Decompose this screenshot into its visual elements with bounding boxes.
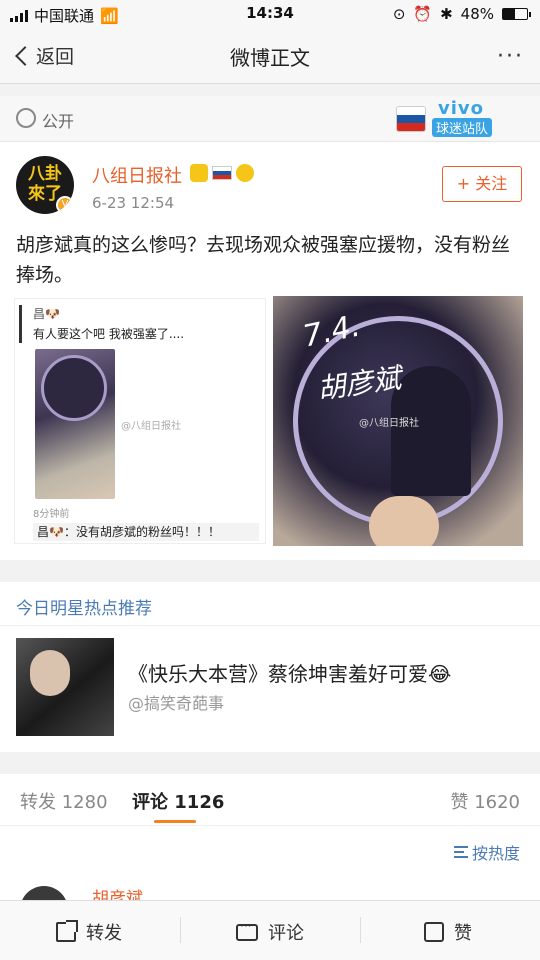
vivo-team-badge[interactable]: vivo 球迷站队 (394, 98, 504, 138)
sort-icon (453, 846, 468, 858)
post-image-photo[interactable]: 7.4. 胡彦斌 @八组日报社 (273, 296, 523, 546)
battery-fill (503, 9, 515, 19)
sort-button[interactable]: 按热度 (453, 840, 520, 864)
quote-bar (19, 305, 22, 343)
chat-time: 8分钟前 (33, 509, 70, 520)
chat-message: 有人要这个吧 我被强塞了.... (33, 327, 185, 341)
lock-rotation-icon: ⊙ (392, 5, 406, 23)
globe-icon (16, 108, 36, 128)
sort-row: 按热度 (0, 826, 540, 874)
tab-active-indicator (154, 820, 196, 823)
comment-label: 评论 (268, 923, 304, 944)
repost-label: 转发 (86, 923, 122, 944)
verified-badge-icon: V (56, 196, 74, 214)
tab-like[interactable]: 赞 1620 (450, 788, 520, 814)
page-title: 微博正文 (230, 46, 310, 70)
more-button[interactable]: ··· (497, 44, 524, 69)
follow-button[interactable]: + 关注 (442, 166, 522, 202)
bluetooth-icon: ✱ (440, 5, 453, 23)
nav-bar: 返回 微博正文 ··· (0, 28, 540, 84)
hot-recommend-item[interactable]: 《快乐大本营》蔡徐坤害羞好可爱😂 @搞笑奇葩事 (0, 626, 540, 752)
divider (180, 917, 181, 943)
hand-image (369, 496, 439, 546)
divider (360, 917, 361, 943)
hot-title: 《快乐大本营》蔡徐坤害羞好可爱😂 (128, 662, 452, 686)
hot-recommend-header: 今日明星热点推荐 (0, 582, 540, 626)
hot-thumbnail (16, 638, 114, 736)
chat-username: 昌🐶 (33, 307, 60, 321)
face-image (30, 650, 70, 696)
chat-reply: 昌🐶：没有胡彦斌的粉丝吗！！！ (33, 523, 259, 541)
post-image-screenshot[interactable]: 昌🐶 有人要这个吧 我被强塞了.... @八组日报社 8分钟前 昌🐶：没有胡彦斌… (14, 298, 266, 544)
share-icon (56, 920, 78, 942)
status-right: ⊙ ⏰ ✱ 48% (392, 5, 531, 23)
comment-icon (236, 919, 258, 941)
russia-flag-icon (396, 106, 426, 132)
fan-disc-image (41, 355, 107, 421)
russia-flag-icon (212, 166, 232, 180)
weibo-post: 八卦來了 V 八组日报社 6-23 12:54 + 关注 胡彦斌真的这么惨吗？去… (0, 142, 540, 560)
post-text: 胡彦斌真的这么惨吗？去现场观众被强塞应援物，没有粉丝捧场。 (16, 234, 511, 286)
hot-source: @搞笑奇葩事 (128, 694, 225, 713)
like-label: 赞 (454, 923, 472, 944)
alarm-icon: ⏰ (413, 5, 433, 23)
badge-team: 球迷站队 (432, 118, 493, 137)
badge-brand: vivo (438, 98, 485, 119)
visibility-bar: 公开 vivo 球迷站队 (0, 96, 540, 142)
like-button[interactable]: 赞 (424, 919, 472, 945)
person-photo (391, 366, 471, 496)
hot-recommend-label: 今日明星热点推荐 (16, 599, 152, 619)
author-avatar[interactable]: 八卦來了 V (16, 156, 74, 214)
repost-button[interactable]: 转发 (56, 919, 122, 945)
battery-percent: 48% (460, 5, 494, 23)
visibility-label: 公开 (42, 112, 75, 131)
post-time: 6-23 12:54 (92, 194, 175, 212)
tab-comment[interactable]: 评论 1126 (132, 788, 224, 814)
comment-button[interactable]: 评论 (236, 919, 304, 945)
bottom-action-bar: 转发 评论 赞 (0, 900, 540, 960)
member-badge-icon (190, 164, 208, 182)
interaction-tabs: 转发 1280 评论 1126 赞 1620 (0, 774, 540, 826)
image-watermark: @八组日报社 (121, 421, 181, 432)
image-watermark: @八组日报社 (359, 418, 419, 429)
thumbs-up-icon (424, 922, 444, 942)
tab-repost[interactable]: 转发 1280 (20, 788, 108, 814)
status-bar: 中国联通 📶 14:34 ⊙ ⏰ ✱ 48% (0, 0, 540, 28)
medal-badge-icon (236, 164, 254, 182)
author-badges (190, 164, 254, 182)
sort-label: 按热度 (471, 844, 520, 863)
battery-icon (502, 8, 531, 20)
author-name[interactable]: 八组日报社 (92, 162, 182, 188)
